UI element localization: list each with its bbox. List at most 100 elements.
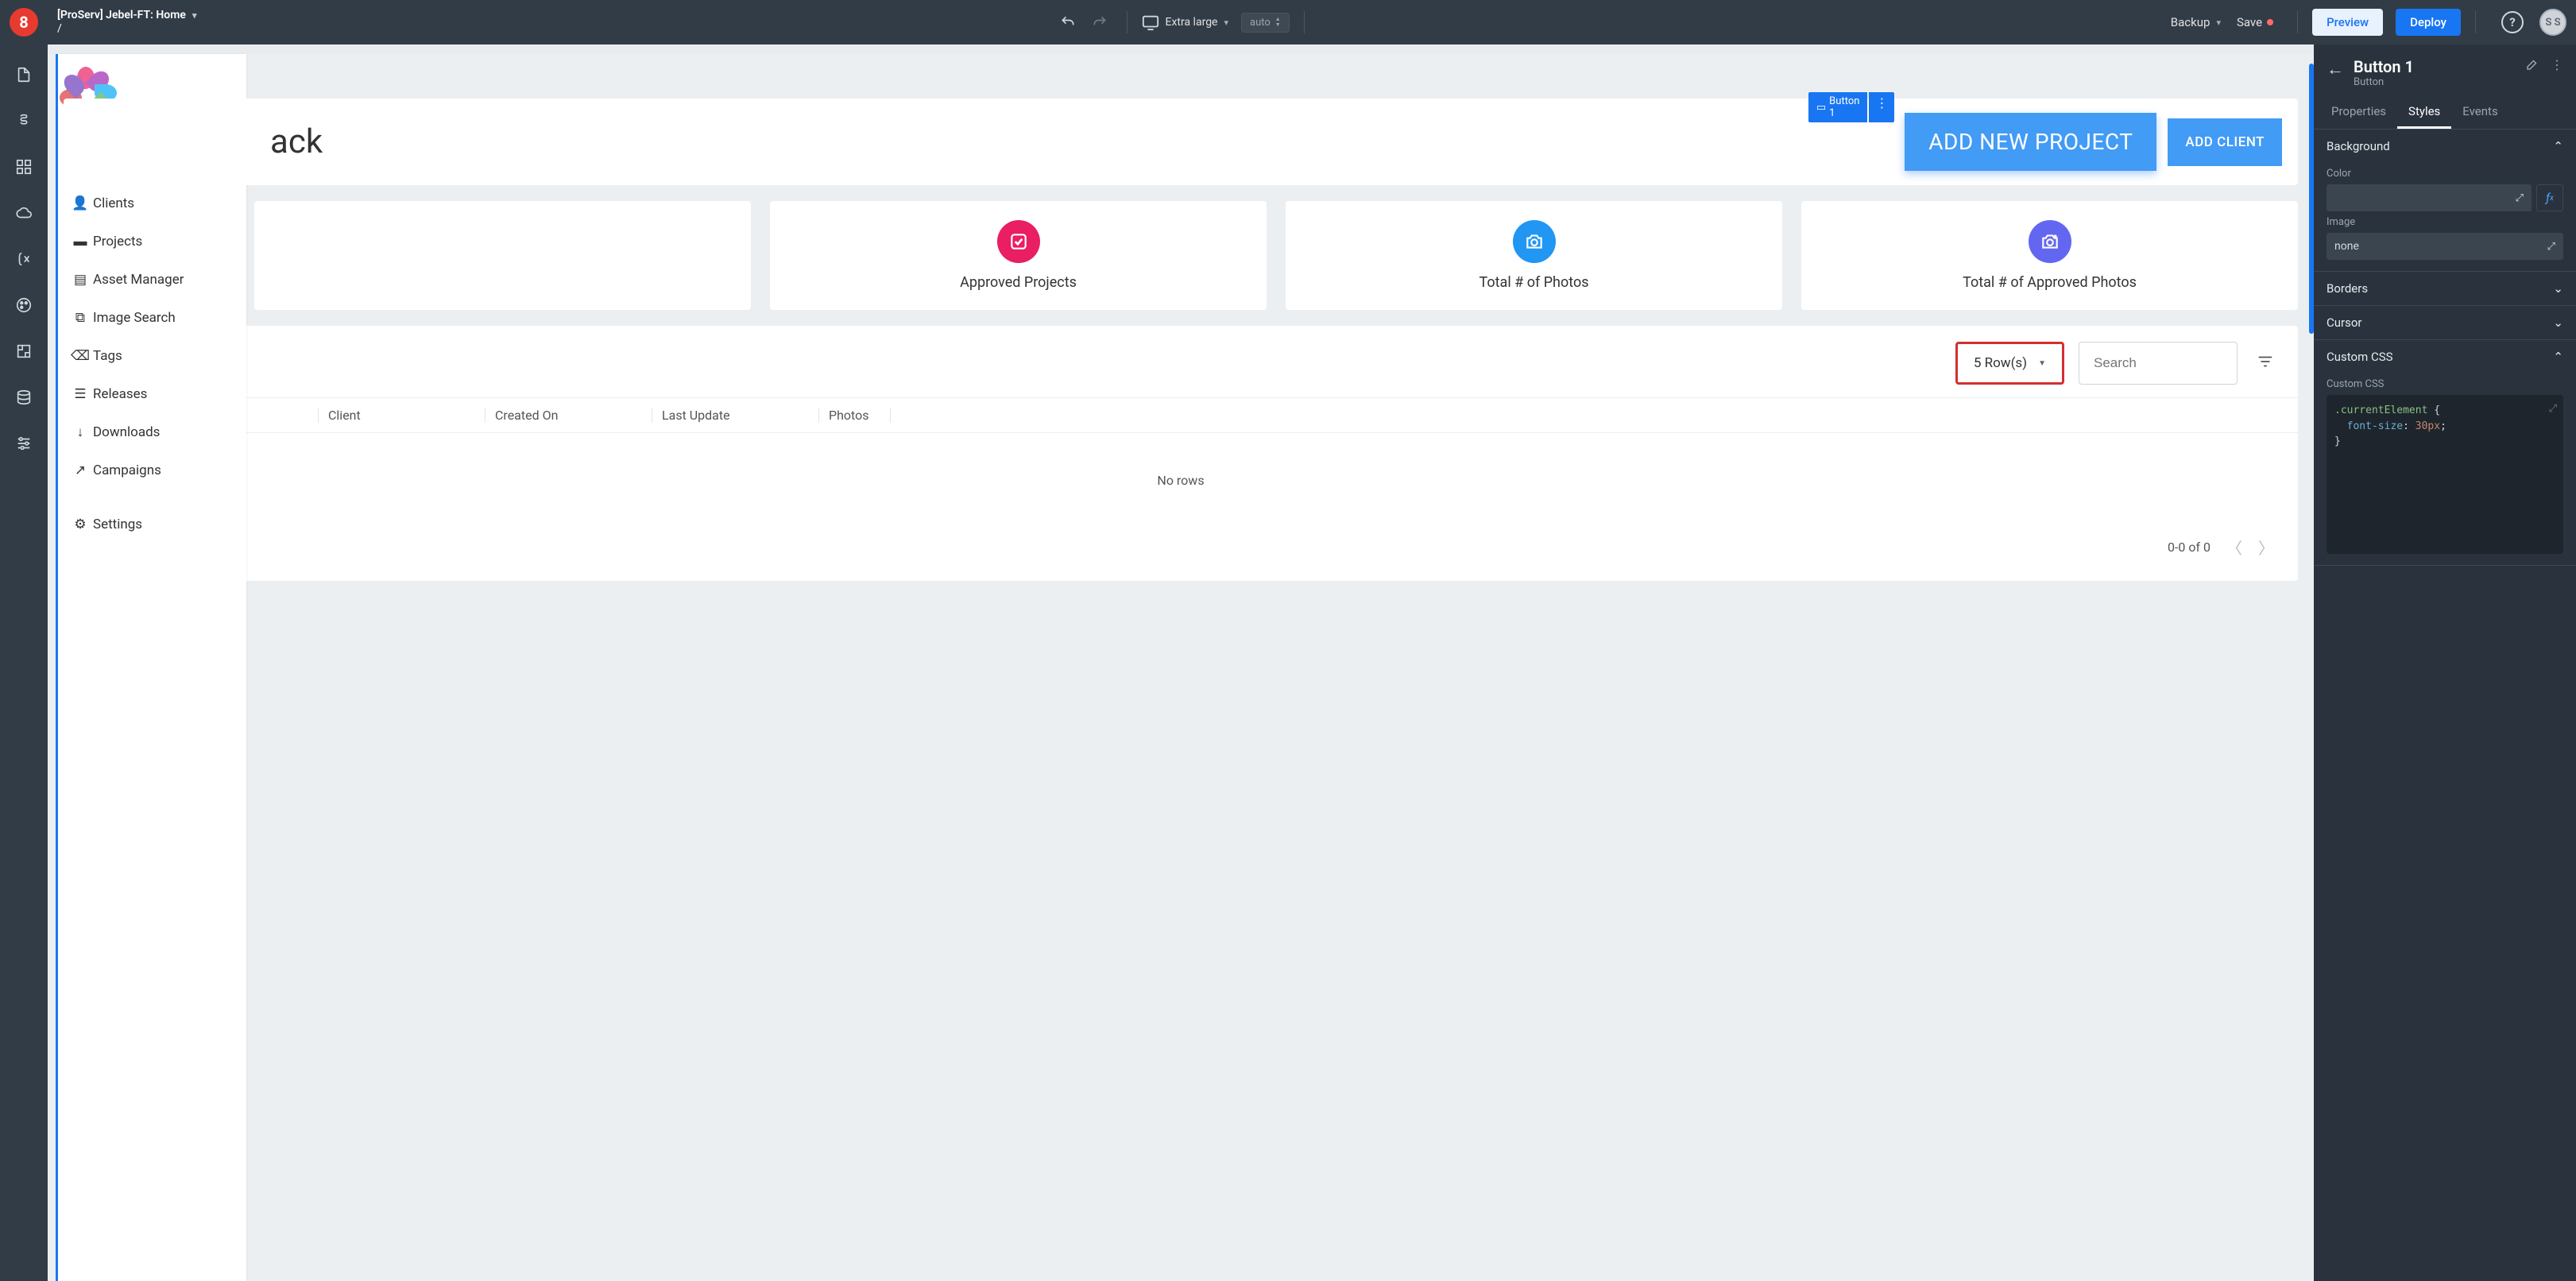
autosize-input[interactable]: auto ▲▼ [1241,13,1290,33]
th-created[interactable]: Created On [485,408,652,423]
th-photos[interactable]: Photos [818,408,890,423]
fx-button[interactable]: ƒx [2536,184,2563,211]
redo-button[interactable] [1087,10,1112,35]
bg-image-input[interactable]: none ⤢ [2327,233,2563,260]
section-borders-header[interactable]: Borders ⌄ [2314,272,2576,305]
chevron-down-icon: ▾ [192,10,197,21]
top-bar: 8 [ProServ] Jebel-FT: Home ▾ / Extra lar… [0,0,2576,45]
page-header-card: ack ▭ Button 1 ⋮ ADD NEW PROJECT ADD CLI… [64,99,2298,185]
app-logo-8[interactable]: 8 [10,8,38,37]
rows-per-page-select[interactable]: 5 Row(s) ▼ [1955,342,2064,385]
selection-more-button[interactable]: ⋮ [1869,92,1894,122]
next-page-button[interactable]: 〉 [2258,536,2274,559]
css-selector: .currentElement [2334,404,2427,416]
nav-label: Tags [93,348,122,364]
prev-page-button[interactable]: 〈 [2226,536,2242,559]
nav-tags[interactable]: ⌫Tags [58,337,246,375]
nav-downloads[interactable]: ↓Downloads [58,413,246,451]
selection-chip[interactable]: ▭ Button 1 [1808,92,1868,122]
camera-icon [1513,220,1556,263]
bg-color-input[interactable]: ⤢ [2327,184,2532,211]
rail-state-icon[interactable] [13,110,35,132]
chevron-down-icon: ⌄ [2553,315,2563,330]
tab-styles[interactable]: Styles [2397,96,2451,129]
rail-data-icon[interactable] [13,386,35,408]
stat-approved-photos[interactable]: Total # of Approved Photos [1801,201,2298,310]
section-cursor-header[interactable]: Cursor ⌄ [2314,306,2576,339]
rail-components-icon[interactable] [13,156,35,178]
preview-button[interactable]: Preview [2312,9,2383,36]
stat-total-photos[interactable]: Total # of Photos [1286,201,1782,310]
section-custom-css-header[interactable]: Custom CSS ⌃ [2314,340,2576,373]
nav-label: Image Search [93,310,176,326]
expand-icon[interactable]: ⤢ [2547,241,2555,253]
edit-name-button[interactable] [2525,57,2539,75]
th-updated[interactable]: Last Update [652,408,818,423]
tab-events[interactable]: Events [2451,96,2508,129]
undo-button[interactable] [1055,10,1081,35]
rail-settings-icon[interactable] [13,432,35,455]
app-sidebar: ⌂Home 👤Clients ▬Projects ▤Asset Manager … [56,54,246,1281]
clients-icon: 👤 [74,195,87,211]
selected-element-type: Button [2354,76,2516,88]
rail-cloud-icon[interactable] [13,202,35,224]
page-title: ack [270,122,323,161]
user-avatar[interactable]: S S [2539,9,2566,36]
chevron-down-icon: ▾ [1224,17,1228,28]
backup-dropdown[interactable]: Backup ▾ [2171,15,2221,29]
tab-properties[interactable]: Properties [2320,96,2397,129]
th-client[interactable]: Client [318,408,485,423]
viewport-selector[interactable]: Extra large ▾ [1142,14,1229,31]
nav-clients[interactable]: 👤Clients [58,184,246,223]
camera-plus-icon [2029,220,2071,263]
nav-projects[interactable]: ▬Projects [58,223,246,261]
rail-fx-icon[interactable] [13,248,35,270]
section-background-header[interactable]: Background ⌃ [2314,130,2576,163]
asset-icon: ▤ [74,272,87,288]
nav-asset-manager[interactable]: ▤ Asset Manager [58,261,246,299]
more-options-button[interactable]: ⋮ [2551,57,2563,75]
nav-image-search[interactable]: ⧉Image Search [58,299,246,337]
custom-css-editor[interactable]: ⤢ .currentElement { font-size: 30px; } [2327,395,2563,554]
section-title: Background [2327,139,2390,153]
chevron-down-icon: ▾ [2216,17,2221,28]
custom-css-label: Custom CSS [2327,378,2563,390]
back-button[interactable]: ← [2327,57,2344,79]
rail-theme-icon[interactable] [13,294,35,316]
add-client-button[interactable]: ADD CLIENT [2168,118,2282,166]
expand-icon[interactable]: ⤢ [2549,401,2557,417]
section-background: Background ⌃ Color ⤢ ƒx Image [2314,130,2576,272]
selection-tag: ▭ Button 1 ⋮ [1808,92,1895,122]
css-val: 30px [2415,420,2440,432]
button-badge-icon: ▭ [1816,102,1826,114]
nav-settings[interactable]: ⚙Settings [58,505,246,544]
scrollbar-indicator[interactable] [2309,64,2314,334]
autosize-value: auto [1250,17,1271,29]
section-title: Custom CSS [2327,350,2393,364]
projects-icon: ▬ [74,234,87,250]
save-button[interactable]: Save [2237,15,2273,29]
section-cursor: Cursor ⌄ [2314,306,2576,340]
rows-label: 5 Row(s) [1974,355,2027,371]
add-new-project-button[interactable]: ADD NEW PROJECT [1905,113,2156,171]
save-label: Save [2237,15,2262,29]
filter-button[interactable] [2252,353,2279,373]
rail-assets-icon[interactable] [13,340,35,362]
nav-label: Asset Manager [93,272,184,288]
bg-image-label: Image [2327,216,2563,228]
deploy-button[interactable]: Deploy [2396,9,2461,36]
left-rail [0,45,48,1281]
stat-approved-projects[interactable]: Approved Projects [770,201,1267,310]
nav-campaigns[interactable]: ↗Campaigns [58,451,246,490]
help-button[interactable]: ? [2501,11,2524,33]
project-title: [ProServ] Jebel-FT: Home [57,9,186,22]
stat-label: Total # of Approved Photos [1963,274,2137,291]
table-empty: No rows [64,433,2298,528]
expand-icon[interactable]: ⤢ [2516,192,2524,204]
selected-element-title: Button 1 [2354,57,2516,76]
search-input[interactable] [2079,342,2238,385]
project-title-block[interactable]: [ProServ] Jebel-FT: Home ▾ / [57,9,196,36]
table-header: Client Created On Last Update Photos [64,397,2298,433]
nav-releases[interactable]: ☰Releases [58,375,246,413]
rail-page-icon[interactable] [13,64,35,86]
